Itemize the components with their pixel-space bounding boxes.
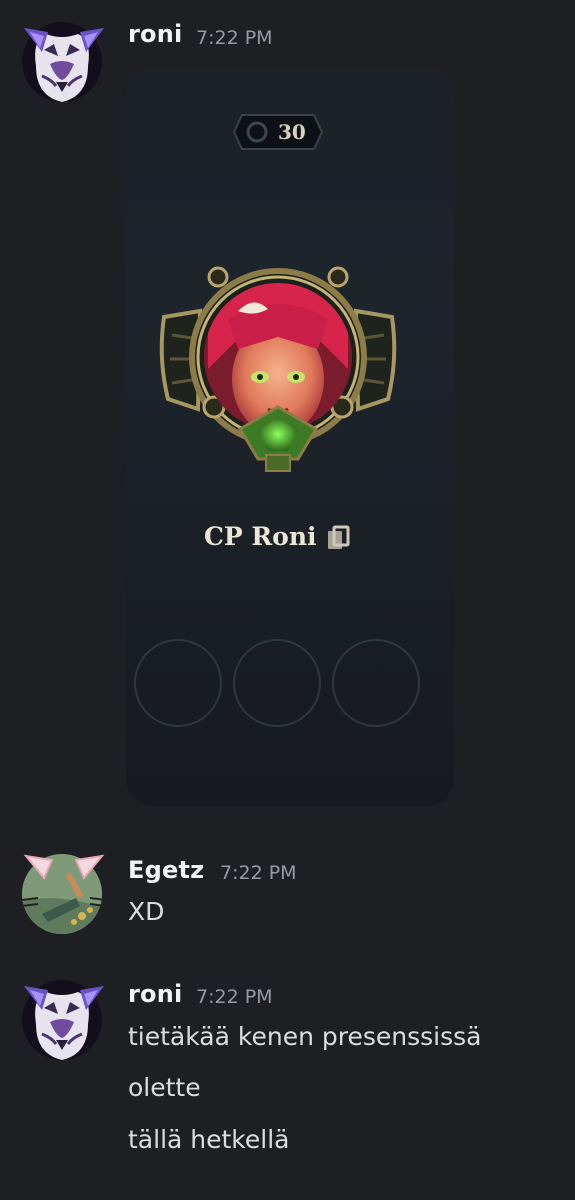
profile-card[interactable]: 30 CP Roni xyxy=(126,67,454,806)
message-text: XD xyxy=(128,897,165,926)
avatar[interactable] xyxy=(22,20,104,102)
timestamp: 7:22 PM xyxy=(220,862,297,884)
cat-ears-avatar-icon xyxy=(22,854,106,934)
copy-icon[interactable] xyxy=(326,525,350,551)
username[interactable]: roni xyxy=(128,980,182,1008)
message-text: tietäkää kenen presenssissä xyxy=(128,1022,482,1051)
avatar[interactable] xyxy=(22,852,106,934)
timestamp: 7:22 PM xyxy=(196,27,273,49)
timestamp: 7:22 PM xyxy=(196,986,273,1008)
avatar[interactable] xyxy=(22,978,104,1060)
cat-avatar-icon xyxy=(22,22,104,102)
empty-slot xyxy=(134,639,222,727)
chat-log: roni 7:22 PM 30 CP Roni Egetz 7:22 PM XD… xyxy=(0,0,575,1200)
empty-slot xyxy=(233,639,321,727)
message-text: tällä hetkellä xyxy=(128,1125,290,1154)
level-number: 30 xyxy=(278,120,306,144)
message-text: olette xyxy=(128,1073,201,1102)
username[interactable]: roni xyxy=(128,20,182,48)
username[interactable]: Egetz xyxy=(128,856,204,884)
cat-avatar-icon xyxy=(22,980,104,1060)
summoner-emblem-icon xyxy=(159,266,397,472)
empty-slot xyxy=(332,639,420,727)
summoner-name: CP Roni xyxy=(204,522,317,551)
